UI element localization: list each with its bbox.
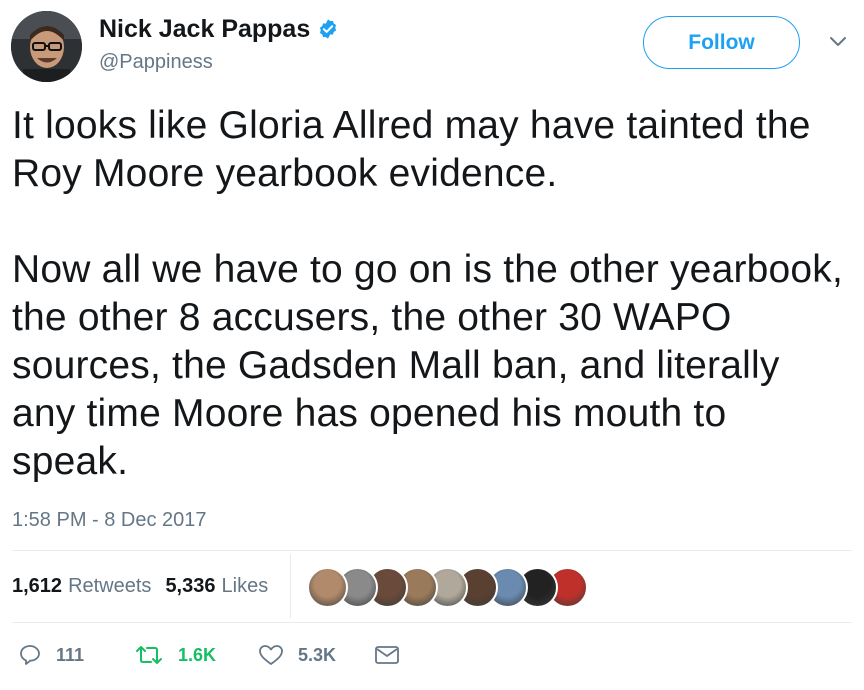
- author-photo-icon: [11, 11, 82, 82]
- verified-badge-icon: [320, 19, 337, 39]
- retweet-button[interactable]: 1.6K: [134, 643, 216, 667]
- author-handle[interactable]: @Pappiness: [99, 50, 213, 74]
- divider: [12, 550, 852, 551]
- follow-button[interactable]: Follow: [643, 16, 800, 69]
- retweets-label: Retweets: [68, 575, 152, 597]
- liker-avatar-1[interactable]: [307, 567, 348, 608]
- divider: [12, 622, 852, 623]
- tweet-card: Nick Jack Pappas @Pappiness Follow It lo…: [0, 0, 864, 690]
- reply-icon: [20, 645, 40, 665]
- reply-button[interactable]: 111: [18, 643, 84, 667]
- author-name-row[interactable]: Nick Jack Pappas: [99, 14, 339, 44]
- tweet-timestamp[interactable]: 1:58 PM - 8 Dec 2017: [12, 508, 207, 532]
- direct-message-button[interactable]: [374, 643, 400, 667]
- reply-count: 111: [56, 644, 85, 665]
- stats-separator: [290, 554, 291, 618]
- author-avatar[interactable]: [11, 11, 82, 82]
- likes-count: 5,336: [165, 575, 216, 597]
- retweets-stat[interactable]: 1,612 Retweets: [12, 574, 151, 598]
- like-count: 5.3K: [298, 644, 337, 665]
- retweet-count: 1.6K: [178, 644, 217, 665]
- like-button[interactable]: 5.3K: [258, 643, 336, 667]
- tweet-stats: 1,612 Retweets 5,336 Likes: [12, 574, 268, 598]
- likes-stat[interactable]: 5,336 Likes: [165, 574, 268, 598]
- likes-label: Likes: [221, 575, 269, 597]
- retweet-icon: [136, 646, 162, 664]
- retweets-count: 1,612: [12, 575, 63, 597]
- author-display-name[interactable]: Nick Jack Pappas: [99, 14, 310, 44]
- tweet-text: It looks like Gloria Allred may have tai…: [12, 104, 844, 483]
- heart-icon: [259, 645, 283, 665]
- envelope-icon: [375, 646, 399, 664]
- chevron-down-icon[interactable]: [829, 35, 847, 49]
